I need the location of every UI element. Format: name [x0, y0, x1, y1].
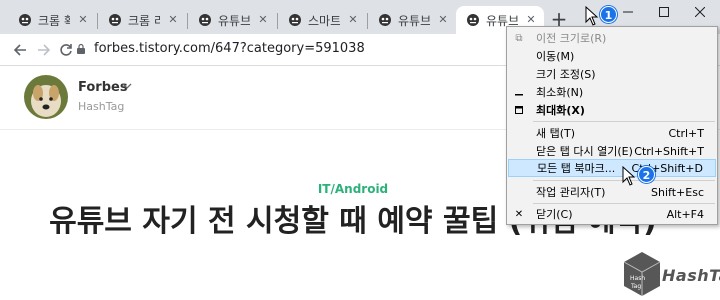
- maximize-icon: [659, 7, 669, 17]
- browser-tab[interactable]: 크롬 리스 ✕: [98, 6, 186, 34]
- dog-avatar-image: [24, 75, 68, 119]
- tab-title: 유튜브 광: [398, 13, 430, 28]
- restore-icon: ⧉: [515, 32, 523, 44]
- tab-title: 유튜브 재: [218, 13, 250, 28]
- close-tab-icon[interactable]: ✕: [436, 13, 450, 27]
- close-tab-icon[interactable]: ✕: [256, 13, 270, 27]
- back-button[interactable]: [10, 40, 30, 60]
- blog-name[interactable]: Forbes: [78, 80, 128, 95]
- close-tab-icon[interactable]: ✕: [166, 13, 180, 27]
- mouse-cursor-icon: [622, 166, 636, 186]
- avatar[interactable]: [24, 75, 68, 119]
- blog-tagline: HashTag: [78, 100, 125, 113]
- menu-separator: [533, 203, 715, 204]
- browser-tab[interactable]: 유튜브 광 ✕: [368, 6, 456, 34]
- lock-icon[interactable]: [76, 43, 86, 55]
- menu-item-new-tab[interactable]: 새 탭(T) Ctrl+T: [508, 124, 716, 142]
- browser-tab[interactable]: 스마트폰 ✕: [278, 6, 366, 34]
- tistory-favicon-icon: [19, 14, 31, 26]
- reload-icon: [60, 44, 72, 56]
- step-badge-2: 2: [638, 166, 655, 183]
- close-icon: ✕: [514, 208, 524, 220]
- menu-item-task-manager[interactable]: 작업 관리자(T) Shift+Esc: [508, 183, 716, 201]
- tistory-favicon-icon: [109, 14, 121, 26]
- menu-item-move[interactable]: 이동(M): [508, 47, 716, 65]
- minimize-window-button[interactable]: [610, 0, 646, 24]
- minimize-icon: [514, 83, 524, 101]
- menu-separator: [533, 121, 715, 122]
- browser-tab[interactable]: 크롬 확장 ✕: [8, 6, 96, 34]
- chevron-down-icon[interactable]: [122, 82, 132, 90]
- menu-item-reopen-closed-tab[interactable]: 닫은 탭 다시 열기(E) Ctrl+Shift+T: [508, 142, 716, 160]
- close-window-button[interactable]: [682, 0, 718, 24]
- tab-title: 스마트폰: [308, 13, 340, 28]
- tab-title: 크롬 리스: [128, 13, 160, 28]
- maximize-icon: [514, 101, 524, 119]
- close-tab-icon[interactable]: ✕: [346, 13, 360, 27]
- arrow-left-icon: [13, 44, 26, 56]
- close-tab-icon[interactable]: ✕: [76, 13, 90, 27]
- watermark-text: HashTag: [662, 266, 720, 285]
- menu-item-resize[interactable]: 크기 조정(S): [508, 65, 716, 83]
- menu-item-bookmark-all-tabs[interactable]: 모든 탭 북마크... Ctrl+Shift+D: [508, 159, 716, 177]
- tistory-favicon-icon: [467, 14, 479, 26]
- forward-button[interactable]: [34, 40, 54, 60]
- svg-text:Hash: Hash: [630, 275, 645, 282]
- maximize-window-button[interactable]: [646, 0, 682, 24]
- browser-tab[interactable]: 유튜브 재 ✕: [188, 6, 276, 34]
- arrow-right-icon: [38, 44, 51, 56]
- menu-item-close[interactable]: ✕ 닫기(C) Alt+F4: [508, 205, 716, 223]
- minimize-icon: [623, 11, 633, 13]
- menu-item-minimize[interactable]: 최소화(N): [508, 83, 716, 101]
- tistory-favicon-icon: [379, 14, 391, 26]
- close-icon: [695, 7, 705, 17]
- tistory-favicon-icon: [199, 14, 211, 26]
- svg-text:Tag: Tag: [630, 283, 641, 290]
- tab-title: 크롬 확장: [38, 13, 70, 28]
- address-bar-url[interactable]: forbes.tistory.com/647?category=591038: [94, 41, 365, 56]
- window-context-menu: ⧉ 이전 크기로(R) 이동(M) 크기 조정(S) 최소화(N) 최대화(X)…: [506, 26, 718, 225]
- mouse-cursor-icon: [585, 6, 599, 26]
- menu-item-maximize[interactable]: 최대화(X): [508, 101, 716, 119]
- menu-item-restore[interactable]: ⧉ 이전 크기로(R): [508, 29, 716, 47]
- tistory-favicon-icon: [289, 14, 301, 26]
- reload-button[interactable]: [56, 40, 76, 60]
- close-tab-icon[interactable]: ✕: [524, 13, 538, 27]
